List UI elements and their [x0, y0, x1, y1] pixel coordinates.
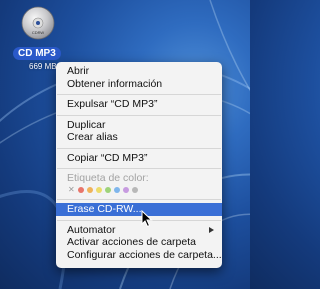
no-label-x-icon[interactable]: ✕ — [68, 185, 75, 194]
menu-item-duplicar[interactable]: Duplicar — [56, 119, 222, 132]
submenu-arrow-icon — [209, 226, 214, 233]
menu-separator — [56, 144, 222, 152]
color-dot-blue[interactable] — [114, 186, 120, 193]
menu-item-obtener-informacion[interactable]: Obtener información — [56, 78, 222, 91]
pointer-cursor-icon — [141, 210, 153, 228]
menu-item-etiqueta-color: Etiqueta de color: — [67, 172, 149, 184]
menu-separator — [56, 111, 222, 119]
color-dot-red[interactable] — [78, 186, 84, 193]
menu-separator — [56, 164, 222, 172]
menu-item-crear-alias[interactable]: Crear alias — [56, 131, 222, 144]
icon-label: CD MP3 — [13, 47, 61, 60]
color-dot-purple[interactable] — [123, 186, 129, 193]
menu-item-configurar-acciones[interactable]: Configurar acciones de carpeta... — [56, 249, 222, 262]
color-dot-green[interactable] — [105, 186, 111, 193]
menu-item-abrir[interactable]: Abrir — [56, 65, 222, 78]
color-dot-orange[interactable] — [87, 186, 93, 193]
menu-item-activar-acciones[interactable]: Activar acciones de carpeta — [56, 236, 222, 249]
color-dot-gray[interactable] — [132, 186, 138, 193]
menu-item-copiar[interactable]: Copiar “CD MP3” — [56, 152, 222, 165]
menu-separator — [56, 195, 222, 203]
menu-item-erase-cd-rw[interactable]: Erase CD-RW... — [56, 202, 222, 216]
color-dot-yellow[interactable] — [96, 186, 102, 193]
cd-disc-icon: CDRW — [21, 6, 55, 40]
context-menu: Abrir Obtener información Expulsar “CD M… — [56, 62, 222, 268]
menu-separator — [56, 216, 222, 224]
menu-item-automator[interactable]: Automator — [56, 224, 222, 237]
icon-size-label: 669 MB — [29, 62, 57, 71]
color-label-picker: ✕ — [56, 185, 222, 195]
menu-separator — [56, 90, 222, 98]
disc-text: CDRW — [32, 30, 45, 35]
menu-item-expulsar[interactable]: Expulsar “CD MP3” — [56, 98, 222, 111]
menu-item-automator-label: Automator — [67, 223, 116, 236]
